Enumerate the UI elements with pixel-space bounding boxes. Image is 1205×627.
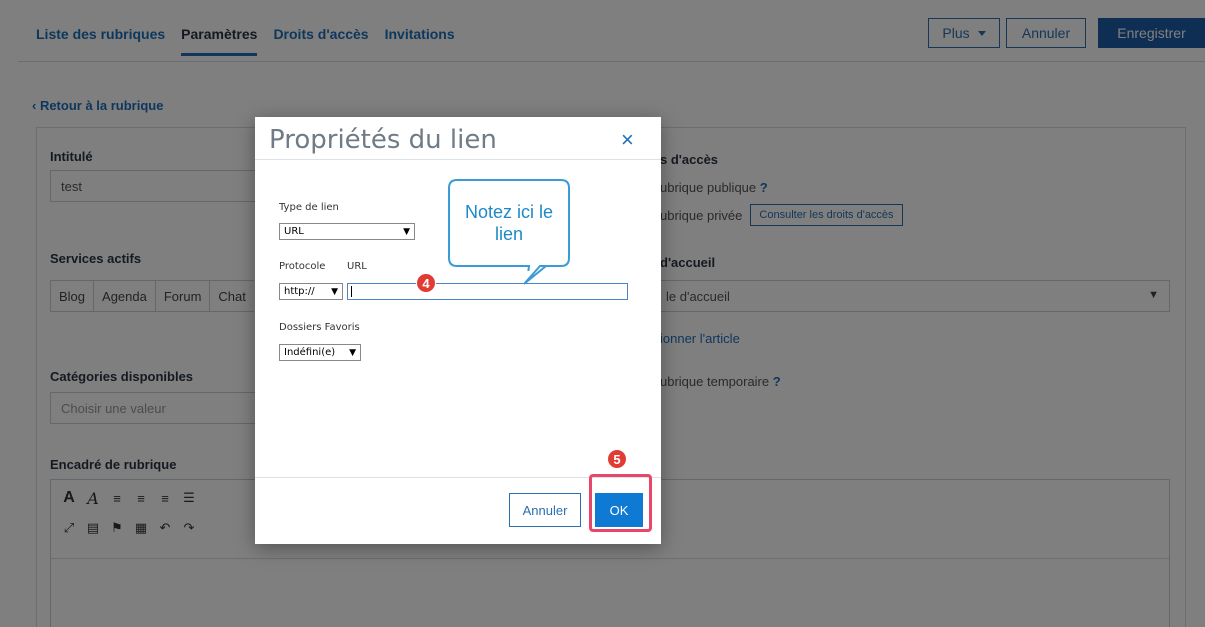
url-label: URL bbox=[347, 261, 367, 272]
link-type-label: Type de lien bbox=[279, 202, 339, 213]
dropdown-arrow-icon: ▼ bbox=[403, 226, 410, 237]
dialog-divider bbox=[255, 159, 661, 160]
step-badge-5: 5 bbox=[607, 449, 627, 469]
url-input[interactable] bbox=[347, 283, 628, 300]
protocol-value: http:// bbox=[284, 286, 315, 297]
protocol-label: Protocole bbox=[279, 261, 326, 272]
dialog-cancel-button[interactable]: Annuler bbox=[509, 493, 581, 527]
dialog-title: Propriétés du lien bbox=[269, 125, 497, 155]
dropdown-arrow-icon: ▼ bbox=[331, 286, 338, 297]
close-icon[interactable]: × bbox=[621, 127, 634, 153]
favorites-label: Dossiers Favoris bbox=[279, 322, 360, 333]
protocol-select[interactable]: http:// ▼ bbox=[279, 283, 343, 300]
ok-highlight-box bbox=[589, 474, 652, 532]
dropdown-arrow-icon: ▼ bbox=[349, 347, 356, 358]
step-badge-4: 4 bbox=[416, 273, 436, 293]
text-cursor bbox=[351, 286, 352, 297]
favorites-select[interactable]: Indéfini(e) ▼ bbox=[279, 344, 361, 361]
favorites-value: Indéfini(e) bbox=[284, 347, 336, 358]
callout-text: Notez ici le lien bbox=[464, 202, 554, 244]
link-type-value: URL bbox=[284, 226, 304, 237]
link-type-select[interactable]: URL ▼ bbox=[279, 223, 415, 240]
